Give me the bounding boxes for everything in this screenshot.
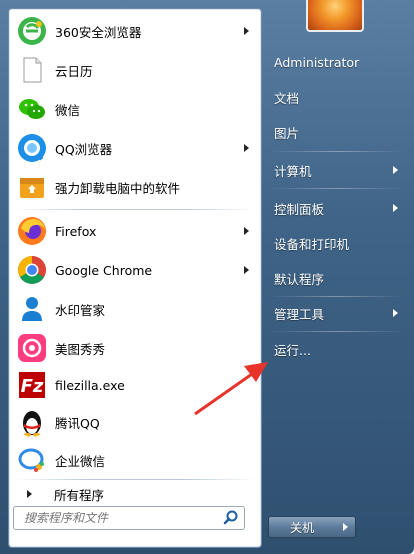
right-item-pictures[interactable]: 图片 — [266, 117, 406, 147]
right-item-run[interactable]: 运行... — [266, 334, 406, 364]
svg-text:Fz: Fz — [21, 376, 44, 397]
program-label: 云日历 — [55, 63, 93, 79]
filezilla-icon: Fz — [17, 370, 47, 400]
program-label: 企业微信 — [55, 453, 106, 469]
user-avatar[interactable] — [306, 0, 364, 32]
submenu-arrow-icon — [393, 166, 398, 174]
program-label: Firefox — [55, 223, 97, 239]
program-item-uninstaller[interactable]: 强力卸载电脑中的软件 — [13, 169, 257, 205]
right-item-documents[interactable]: 文档 — [266, 82, 406, 112]
program-item-watermark-manager[interactable]: 水印管家 — [13, 291, 257, 327]
meitu-icon — [17, 333, 47, 363]
program-label: 腾讯QQ — [55, 415, 100, 431]
start-menu: 360安全浏览器 云日历 微信 QQ浏览器 强力卸载电脑中的软件 Firefox… — [0, 0, 414, 554]
program-item-meitu[interactable]: 美图秀秀 — [13, 330, 257, 366]
program-label: 微信 — [55, 102, 81, 118]
right-item-label: 管理工具 — [274, 306, 325, 322]
wechat-icon — [17, 94, 47, 124]
right-item-devices-printers[interactable]: 设备和打印机 — [266, 228, 406, 258]
right-divider — [270, 331, 404, 332]
submenu-arrow-icon — [244, 144, 249, 152]
expand-arrow-icon — [27, 490, 32, 498]
submenu-arrow-icon — [244, 227, 249, 235]
program-item-360-browser[interactable]: 360安全浏览器 — [13, 13, 257, 49]
submenu-arrow-icon — [244, 27, 249, 35]
right-item-label: 控制面板 — [274, 201, 325, 217]
right-item-label: 文档 — [274, 90, 300, 106]
right-item-default-programs[interactable]: 默认程序 — [266, 263, 406, 293]
qq-browser-icon — [17, 133, 47, 163]
program-item-cloud-calendar[interactable]: 云日历 — [13, 52, 257, 88]
program-label: 强力卸载电脑中的软件 — [55, 180, 181, 196]
section-divider — [15, 479, 255, 480]
shutdown-button[interactable]: 关机 — [268, 516, 336, 538]
all-programs-label: 所有程序 — [54, 487, 105, 503]
right-divider — [270, 188, 404, 189]
program-item-firefox[interactable]: Firefox — [13, 213, 257, 249]
shutdown-options-button[interactable] — [335, 516, 356, 538]
right-item-administrator[interactable]: Administrator — [266, 47, 406, 77]
qq-penguin-icon — [17, 407, 47, 437]
program-label: Google Chrome — [55, 262, 153, 278]
chrome-icon — [17, 255, 47, 285]
program-label: 美图秀秀 — [55, 341, 106, 357]
program-label: 水印管家 — [55, 302, 106, 318]
right-item-control-panel[interactable]: 控制面板 — [266, 193, 406, 223]
section-divider — [15, 209, 255, 210]
right-item-computer[interactable]: 计算机 — [266, 155, 406, 185]
submenu-arrow-icon — [244, 266, 249, 274]
program-item-wechat[interactable]: 微信 — [13, 91, 257, 127]
submenu-arrow-icon — [393, 309, 398, 317]
right-item-label: Administrator — [274, 54, 360, 70]
program-label: 360安全浏览器 — [55, 24, 142, 40]
program-label: QQ浏览器 — [55, 141, 113, 157]
right-item-label: 设备和打印机 — [274, 236, 350, 252]
program-item-wecom[interactable]: 企业微信 — [13, 442, 257, 478]
uninstall-box-icon — [17, 172, 47, 202]
right-item-label: 默认程序 — [274, 271, 325, 287]
program-item-google-chrome[interactable]: Google Chrome — [13, 252, 257, 288]
chevron-right-icon — [342, 523, 348, 531]
search-input[interactable] — [22, 508, 222, 528]
right-divider — [270, 151, 404, 152]
watermark-manager-icon — [17, 294, 47, 324]
program-item-filezilla[interactable]: Fz filezilla.exe — [13, 367, 257, 403]
right-item-label: 计算机 — [274, 163, 312, 179]
search-icon[interactable] — [222, 509, 240, 527]
program-item-qq-browser[interactable]: QQ浏览器 — [13, 130, 257, 166]
blank-document-icon — [17, 55, 47, 85]
program-item-tencent-qq[interactable]: 腾讯QQ — [13, 404, 257, 440]
360-browser-icon — [17, 16, 47, 46]
programs-pane: 360安全浏览器 云日历 微信 QQ浏览器 强力卸载电脑中的软件 Firefox… — [8, 8, 262, 548]
right-item-admin-tools[interactable]: 管理工具 — [266, 298, 406, 328]
wecom-icon — [17, 445, 47, 475]
program-label: filezilla.exe — [55, 377, 125, 393]
right-item-label: 图片 — [274, 125, 300, 141]
submenu-arrow-icon — [393, 204, 398, 212]
search-box[interactable] — [13, 506, 245, 530]
firefox-icon — [17, 216, 47, 246]
right-divider — [270, 296, 404, 297]
right-item-label: 运行... — [274, 342, 311, 358]
all-programs-button[interactable]: 所有程序 — [13, 481, 257, 507]
